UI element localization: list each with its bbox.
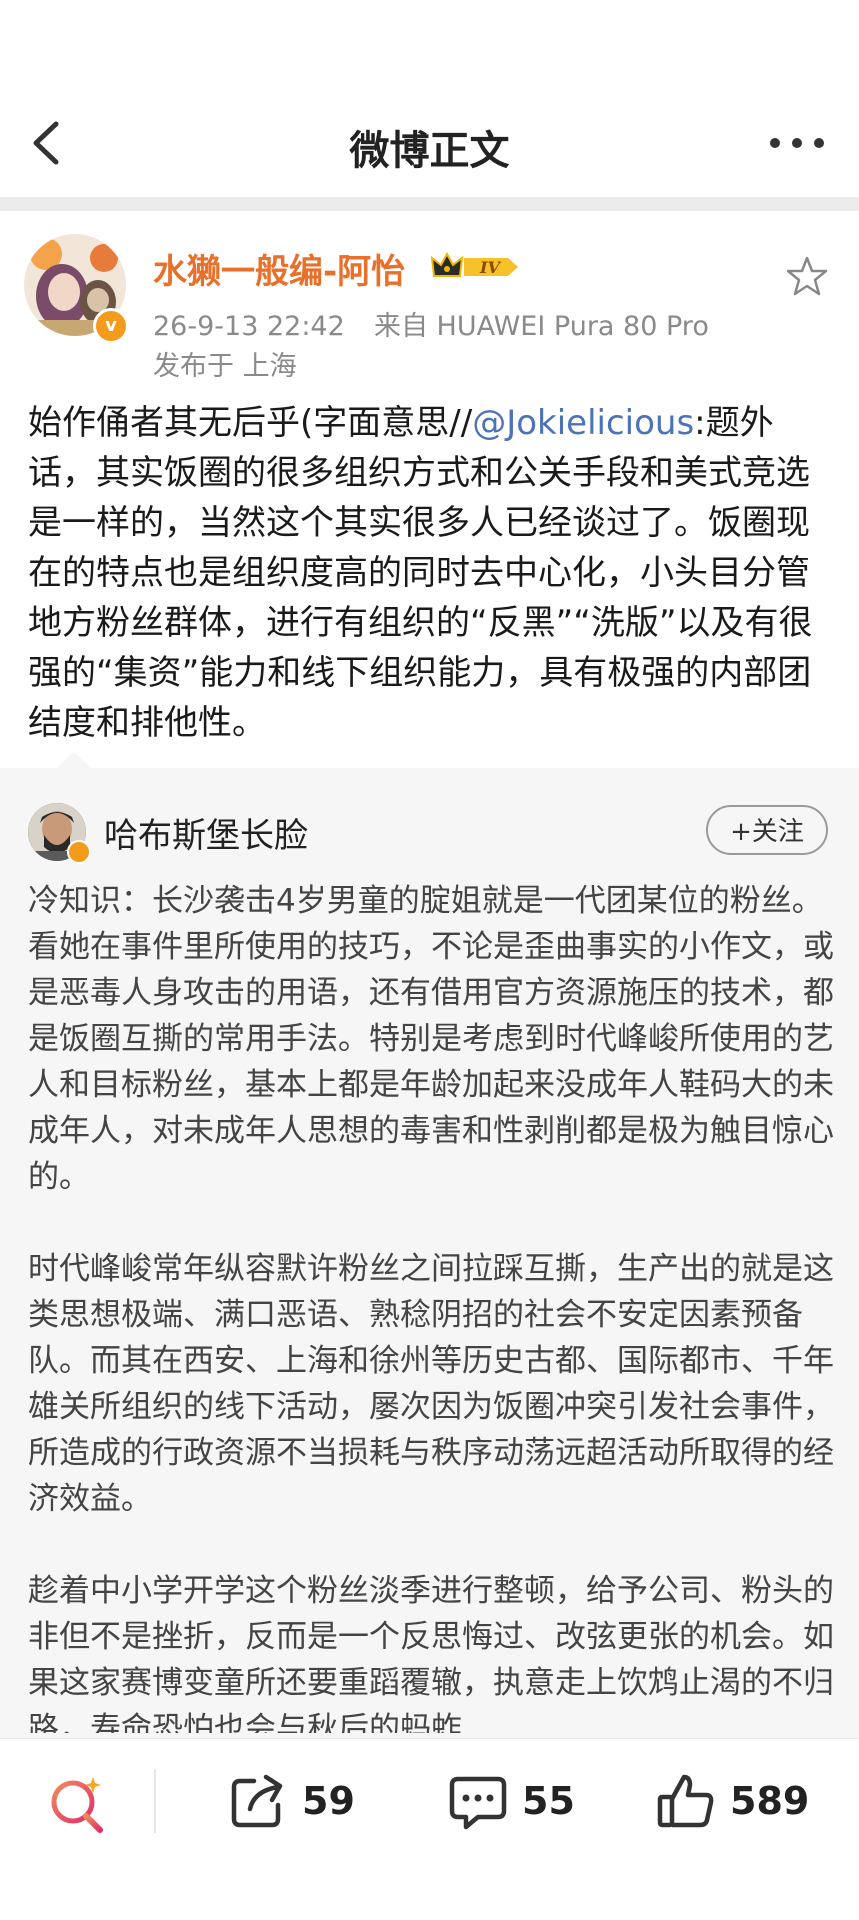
share-icon [231, 1774, 283, 1828]
search-icon[interactable] [46, 1773, 108, 1835]
comment-icon [449, 1776, 507, 1830]
top-nav-bar: 微博正文 [0, 0, 859, 195]
quoted-paragraph: 时代峰峻常年纵容默许粉丝之间拉踩互撕，生产出的就是这类思想极端、满口恶语、熟稔阴… [28, 1251, 834, 1517]
bottom-action-bar: 59 55 589 [0, 1739, 859, 1920]
author-name[interactable]: 水獭一般编-阿怡 [153, 244, 405, 293]
quoted-author-name[interactable]: 哈布斯堡长脸 [104, 808, 308, 857]
post-source: 来自 HUAWEI Pura 80 Pro [373, 311, 709, 342]
comment-button[interactable]: 55 [448, 1769, 575, 1833]
quoted-verified-icon [67, 840, 91, 864]
star-icon[interactable] [785, 254, 829, 298]
post-text-start: 始作俑者其无后乎(字面意思// [28, 403, 473, 443]
quoted-paragraph: 冷知识：长沙袭击4岁男童的腚姐就是一代团某位的粉丝。看她在事件里所使用的技巧，不… [28, 883, 834, 1195]
nav-separator [0, 197, 859, 211]
follow-button[interactable]: +关注 [706, 805, 828, 855]
post-location: 发布于 上海 [153, 351, 297, 382]
level-badge-icon: IV [430, 250, 522, 284]
post-meta: 26-9-13 22:42 来自 HUAWEI Pura 80 Pro [153, 304, 709, 343]
quoted-post-body: 冷知识：长沙袭击4岁男童的腚姐就是一代团某位的粉丝。看她在事件里所使用的技巧，不… [28, 878, 834, 1733]
like-count: 589 [730, 1779, 810, 1823]
quote-pointer [56, 752, 92, 769]
page-title: 微博正文 [349, 128, 510, 174]
share-count: 59 [302, 1779, 355, 1823]
quoted-paragraph: 趁着中小学开学这个粉丝淡季进行整顿，给予公司、粉头的非但不是挫折，反而是一个反思… [28, 1573, 834, 1733]
like-button[interactable]: 589 [656, 1769, 809, 1833]
like-icon [657, 1774, 714, 1828]
post-body: 始作俑者其无后乎(字面意思//@Jokielicious:题外话，其实饭圈的很多… [28, 398, 834, 748]
verified-badge-icon: v [93, 308, 129, 344]
post-text-end: :题外话，其实饭圈的很多组织方式和公关手段和美式竞选是一样的，当然这个其实很多人… [28, 403, 813, 743]
bottom-divider [154, 1769, 156, 1833]
post-datetime: 26-9-13 22:42 [153, 311, 345, 342]
svg-text:IV: IV [479, 258, 501, 277]
post-author-header: v 水獭一般编-阿怡 IV 26-9-13 22:42 来自 HUAWEI Pu… [0, 212, 859, 392]
mention-link[interactable]: @Jokielicious [472, 403, 694, 443]
share-button[interactable]: 59 [228, 1769, 355, 1833]
more-icon[interactable] [767, 126, 827, 160]
comment-count: 55 [522, 1779, 575, 1823]
